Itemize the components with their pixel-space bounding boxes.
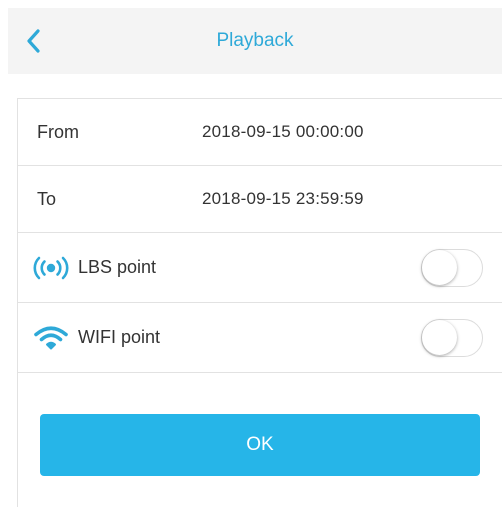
lbs-point-toggle[interactable] [421, 248, 483, 287]
wifi-point-label: WIFI point [78, 327, 161, 347]
to-row[interactable]: To 2018-09-15 23:59:59 [18, 166, 502, 233]
playback-form: From 2018-09-15 00:00:00 To 2018-09-15 2… [17, 98, 502, 507]
from-datetime-value[interactable]: 2018-09-15 00:00:00 [202, 99, 364, 165]
to-datetime-value[interactable]: 2018-09-15 23:59:59 [202, 166, 364, 232]
lbs-signal-icon [31, 233, 71, 302]
playback-screen: Playback From 2018-09-15 00:00:00 To 201… [0, 0, 502, 507]
page-title: Playback [216, 30, 294, 51]
ok-button[interactable]: OK [40, 414, 480, 476]
wifi-point-toggle[interactable] [421, 318, 483, 357]
to-label: To [37, 188, 57, 209]
toggle-knob [422, 249, 457, 285]
from-row[interactable]: From 2018-09-15 00:00:00 [18, 99, 502, 166]
lbs-point-label: LBS point [78, 257, 157, 277]
wifi-icon [31, 303, 71, 372]
toggle-knob [422, 319, 457, 355]
nav-header: Playback [8, 8, 502, 74]
lbs-point-row: LBS point [18, 233, 502, 303]
from-label: From [37, 121, 79, 142]
wifi-point-row: WIFI point [18, 303, 502, 373]
